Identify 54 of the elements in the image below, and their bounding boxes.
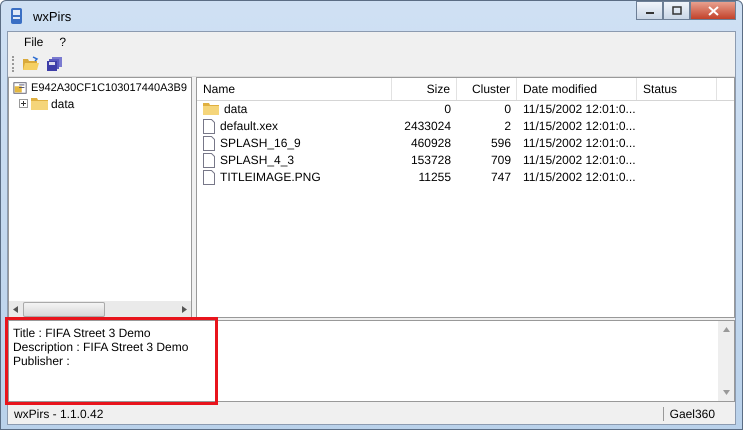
folder-icon xyxy=(203,103,219,116)
table-cell: data xyxy=(224,102,248,116)
menu-item[interactable]: ? xyxy=(51,34,74,49)
table-cell: 11255 xyxy=(418,170,451,184)
table-cell: 2 xyxy=(504,119,511,134)
table-cell: 0 xyxy=(444,102,451,116)
minimize-button[interactable] xyxy=(636,1,663,20)
table-cell: SPLASH_16_9 xyxy=(220,136,301,150)
detail-line: Title : FIFA Street 3 Demo xyxy=(13,326,152,340)
table-cell: 11/15/2002 12:01:0... xyxy=(523,153,636,168)
file-icon xyxy=(203,170,215,185)
detail-line: Publisher : xyxy=(13,354,71,368)
status-text: wxPirs - 1.1.0.42 xyxy=(14,407,104,422)
drive-icon xyxy=(13,80,28,95)
maximize-icon xyxy=(672,6,682,15)
disks-icon[interactable] xyxy=(46,56,64,72)
table-cell: 709 xyxy=(490,153,511,168)
horizontal-scrollbar[interactable] xyxy=(9,301,191,318)
table-cell: 11/15/2002 12:01:0... xyxy=(523,102,636,116)
menu-item[interactable]: File xyxy=(16,34,52,49)
file-icon xyxy=(203,118,215,134)
table-cell: SPLASH_4_3 xyxy=(220,153,294,168)
close-icon xyxy=(708,6,718,16)
table-cell: 460928 xyxy=(410,136,451,150)
folder-icon xyxy=(31,97,48,110)
tree-item[interactable]: E942A30CF1C103017440A3B9 xyxy=(31,82,187,94)
table-cell: 11/15/2002 12:01:0... xyxy=(523,119,636,134)
status-text: Gael360 xyxy=(662,407,729,422)
maximize-button[interactable] xyxy=(663,1,690,20)
column-header[interactable]: Status xyxy=(637,78,717,100)
table-cell: default.xex xyxy=(220,119,278,134)
scroll-left-icon[interactable] xyxy=(13,306,19,313)
column-header[interactable]: Date modified xyxy=(517,78,637,100)
table-cell: 747 xyxy=(490,170,511,184)
detail-line: Description : FIFA Street 3 Demo xyxy=(13,340,190,354)
window-title: wxPirs xyxy=(33,8,72,24)
column-header[interactable]: Size xyxy=(392,78,457,100)
tree-item[interactable]: data xyxy=(51,96,74,111)
app-icon xyxy=(9,7,25,25)
table-cell: 11/15/2002 12:01:0... xyxy=(523,136,636,150)
column-header[interactable]: Cluster xyxy=(457,78,517,100)
table-cell: 11/15/2002 12:01:0... xyxy=(523,170,636,184)
table-cell: 153728 xyxy=(410,153,451,168)
table-cell: 0 xyxy=(504,102,511,116)
file-icon xyxy=(203,152,215,168)
close-button[interactable] xyxy=(690,1,736,20)
expand-icon[interactable] xyxy=(19,99,28,108)
table-cell: TITLEIMAGE.PNG xyxy=(220,170,321,184)
scroll-right-icon[interactable] xyxy=(181,306,187,313)
table-cell: 2433024 xyxy=(404,119,451,134)
table-cell: 596 xyxy=(490,136,511,150)
column-header[interactable]: Name xyxy=(197,78,392,100)
open-folder-icon[interactable] xyxy=(22,56,40,72)
file-icon xyxy=(203,136,215,151)
